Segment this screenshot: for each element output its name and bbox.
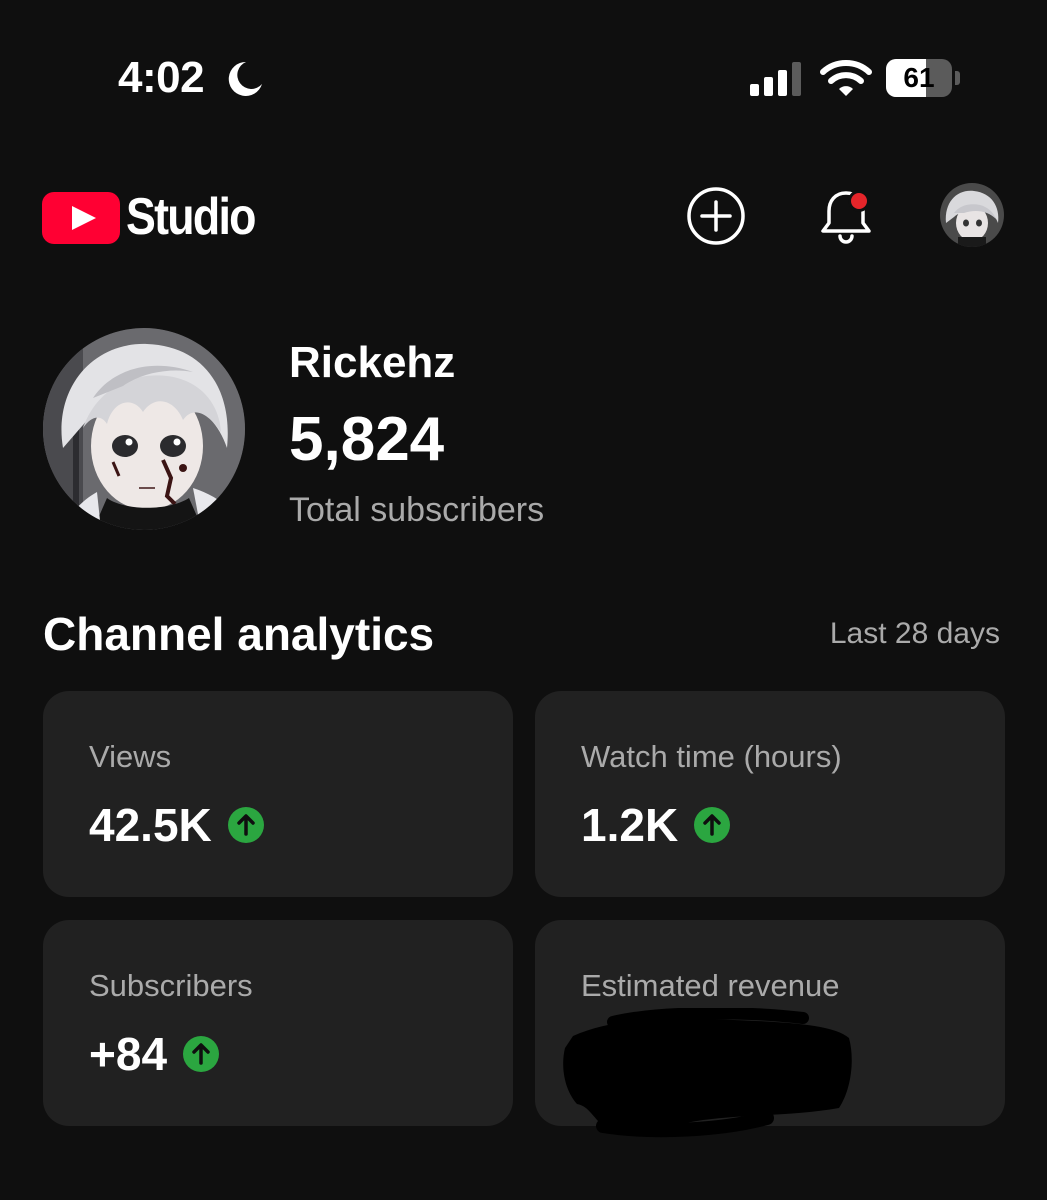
- channel-avatar[interactable]: [43, 328, 245, 530]
- card-label: Views: [89, 739, 172, 774]
- channel-avatar-image: [43, 328, 245, 530]
- account-avatar[interactable]: [940, 183, 1004, 247]
- subscriber-caption: Total subscribers: [289, 491, 545, 529]
- youtube-logo-icon[interactable]: [42, 192, 120, 244]
- channel-analytics-title: Channel analytics: [43, 608, 435, 660]
- period-label[interactable]: Last 28 days: [830, 616, 1000, 652]
- trend-up-icon: [227, 807, 264, 843]
- views-card[interactable]: Views 42.5K: [43, 691, 513, 897]
- trend-up-icon: [694, 807, 731, 843]
- subscribers-card[interactable]: Subscribers +84: [43, 920, 513, 1126]
- card-label: Estimated revenue: [581, 968, 840, 1003]
- card-value: 1.2K: [581, 799, 679, 851]
- wifi-icon: [820, 60, 872, 96]
- card-label: Subscribers: [89, 968, 253, 1003]
- battery-indicator: 61: [886, 59, 960, 97]
- bell-icon: [821, 190, 871, 244]
- card-value: +84: [89, 1028, 168, 1080]
- signal-icon: [750, 62, 801, 96]
- create-button[interactable]: [686, 186, 746, 246]
- notification-dot: [851, 193, 867, 209]
- create-plus-icon: [687, 187, 745, 245]
- trend-up-icon: [183, 1036, 220, 1072]
- avatar-image: [940, 183, 1004, 247]
- card-value: 42.5K: [89, 799, 212, 851]
- brand-name: Studio: [126, 188, 257, 246]
- estimated-revenue-card[interactable]: Estimated revenue: [535, 920, 1005, 1138]
- moon-icon: [228, 61, 262, 96]
- card-label: Watch time (hours): [581, 739, 842, 774]
- subscriber-count: 5,824: [289, 405, 445, 474]
- battery-level: 61: [903, 62, 935, 93]
- channel-name: Rickehz: [289, 338, 456, 387]
- watch-time-card[interactable]: Watch time (hours) 1.2K: [535, 691, 1005, 897]
- notifications-button[interactable]: [815, 183, 877, 247]
- status-time: 4:02: [118, 53, 205, 102]
- redaction-scribble: [563, 1008, 852, 1138]
